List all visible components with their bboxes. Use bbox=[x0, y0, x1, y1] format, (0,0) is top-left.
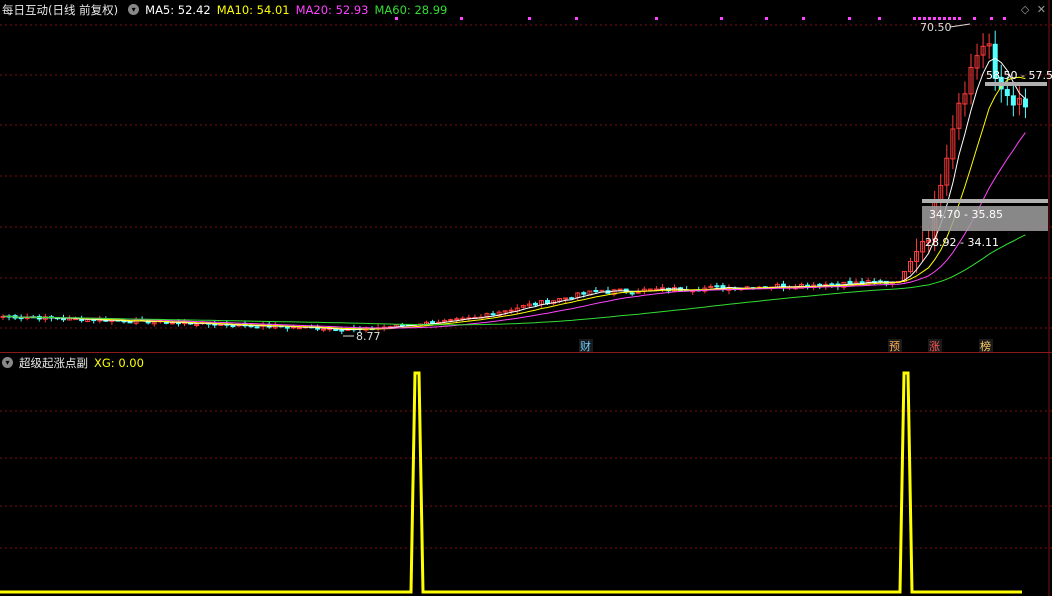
candle-body bbox=[635, 291, 641, 294]
candle-body bbox=[79, 319, 85, 322]
ma10-line bbox=[3, 76, 1026, 330]
ma60-label: MA60: bbox=[374, 2, 411, 17]
indicator-panel[interactable]: ▾ 超级起涨点副 XG: 0.00 bbox=[0, 353, 1052, 596]
ma20-line bbox=[3, 132, 1026, 329]
signal-dot-marker bbox=[575, 17, 578, 20]
candle-body bbox=[847, 280, 853, 285]
candle-body bbox=[569, 297, 575, 300]
support-zone-bar bbox=[922, 199, 1048, 203]
xg-indicator: XG: 0.00 bbox=[94, 356, 144, 370]
signal-dot-marker bbox=[802, 17, 805, 20]
zone-upper-label: 58.50 - 57.5 bbox=[986, 69, 1052, 82]
candle-body bbox=[1004, 89, 1010, 97]
xg-label: XG: bbox=[94, 355, 115, 370]
candle-body bbox=[659, 287, 665, 290]
candle-body bbox=[333, 328, 339, 331]
ma5-line bbox=[3, 57, 1026, 331]
indicator-header: ▾ 超级起涨点副 XG: 0.00 bbox=[0, 353, 150, 372]
main-header: 每日互动(日线 前复权) ▾ MA5: 52.42 MA10: 54.01 MA… bbox=[0, 0, 453, 19]
indicator-title: 超级起涨点副 bbox=[19, 355, 88, 370]
signal-dot-marker bbox=[990, 17, 993, 20]
signal-dot-marker bbox=[918, 17, 921, 20]
candle-body bbox=[714, 285, 720, 288]
candle-body bbox=[127, 321, 133, 324]
high-price-label: 70.50 bbox=[920, 21, 952, 34]
low-price-label: 8.77 bbox=[356, 330, 381, 343]
candle-body bbox=[1010, 95, 1016, 106]
signal-dot-marker bbox=[655, 17, 658, 20]
ma5-value: 52.42 bbox=[177, 2, 211, 17]
candle-body bbox=[230, 325, 236, 328]
xg-signal-line bbox=[0, 371, 1022, 594]
candle-body bbox=[508, 309, 514, 312]
candle-body bbox=[532, 302, 538, 306]
candle-body bbox=[629, 292, 635, 295]
diamond-icon[interactable]: ◇ bbox=[1021, 3, 1029, 16]
signal-dot-marker bbox=[528, 17, 531, 20]
marker-bang: 榜 bbox=[980, 339, 991, 353]
candle-body bbox=[448, 319, 454, 322]
candle-body bbox=[339, 329, 345, 332]
ma20-label: MA20: bbox=[295, 2, 332, 17]
signal-dot-marker bbox=[913, 17, 916, 20]
ma10-value: 54.01 bbox=[256, 2, 290, 17]
candle-body bbox=[254, 326, 260, 329]
signal-dot-marker bbox=[938, 17, 941, 20]
candle-body bbox=[617, 288, 623, 291]
marker-cai: 财 bbox=[580, 339, 591, 353]
ma60-value: 28.99 bbox=[414, 2, 448, 17]
signal-dot-marker bbox=[948, 17, 951, 20]
signal-dot-marker bbox=[923, 17, 926, 20]
signal-dot-marker bbox=[973, 17, 976, 20]
candle-body bbox=[593, 290, 599, 293]
candle-body bbox=[194, 324, 200, 327]
signal-dot-marker bbox=[953, 17, 956, 20]
signal-dot-marker bbox=[933, 17, 936, 20]
candle-body bbox=[18, 317, 24, 320]
signal-dot-marker bbox=[1003, 17, 1006, 20]
ma10-label: MA10: bbox=[216, 2, 254, 17]
candle-body bbox=[829, 283, 835, 286]
signal-dot-marker bbox=[928, 17, 931, 20]
candle-body bbox=[321, 328, 327, 331]
indicator-chart-canvas[interactable] bbox=[0, 353, 1052, 596]
candle-body bbox=[430, 321, 436, 324]
window-controls: ◇ ✕ bbox=[1017, 3, 1046, 16]
signal-dot-marker bbox=[720, 17, 723, 20]
signal-dot-marker bbox=[848, 17, 851, 20]
candle-body bbox=[296, 327, 302, 330]
chart-window: 70.50 58.50 - 57.5 34.70 - 35.85 28.92 - 34… bbox=[0, 0, 1052, 596]
candle-body bbox=[61, 318, 66, 321]
close-icon[interactable]: ✕ bbox=[1037, 3, 1046, 16]
ma20-value: 52.93 bbox=[335, 2, 369, 17]
candle-body bbox=[284, 326, 290, 329]
candle-body bbox=[169, 322, 175, 325]
resistance-zone-bar bbox=[985, 82, 1047, 86]
ma5-label: MA5: bbox=[145, 2, 175, 17]
signal-dot-marker bbox=[958, 17, 961, 20]
main-chart-panel[interactable]: 70.50 58.50 - 57.5 34.70 - 35.85 28.92 - 34… bbox=[0, 0, 1052, 353]
signal-dot-marker bbox=[878, 17, 881, 20]
ma20-indicator: MA20: 52.93 bbox=[296, 3, 369, 17]
ma60-indicator: MA60: 28.99 bbox=[375, 3, 448, 17]
ma5-indicator: MA5: 52.42 bbox=[145, 3, 211, 17]
stock-title: 每日互动(日线 前复权) bbox=[2, 2, 119, 17]
indicator-dropdown-icon[interactable]: ▾ bbox=[2, 357, 13, 368]
zone-low-label: 28.92 - 34.11 bbox=[925, 236, 999, 249]
signal-dot-marker bbox=[765, 17, 768, 20]
candle-body bbox=[1022, 98, 1028, 108]
price-chart-canvas[interactable]: 70.50 58.50 - 57.5 34.70 - 35.85 28.92 - 34… bbox=[0, 0, 1052, 353]
signal-dot-marker bbox=[460, 17, 463, 20]
zone-mid-label: 34.70 - 35.85 bbox=[929, 208, 1003, 221]
xg-value: 0.00 bbox=[118, 355, 144, 370]
settings-dropdown-icon[interactable]: ▾ bbox=[128, 4, 140, 15]
signal-dot-marker bbox=[943, 17, 946, 20]
candle-body bbox=[581, 292, 587, 295]
ma10-indicator: MA10: 54.01 bbox=[217, 3, 290, 17]
candle-body bbox=[490, 313, 496, 316]
